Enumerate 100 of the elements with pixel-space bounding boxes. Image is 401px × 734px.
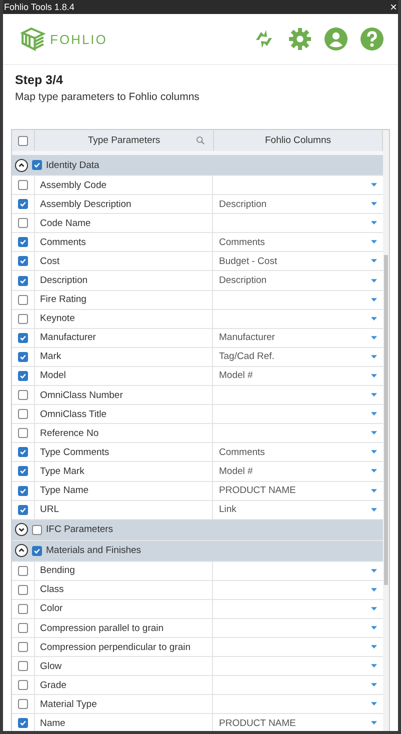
caret-icon[interactable] — [371, 683, 377, 688]
column-dropdown[interactable]: Link — [213, 500, 383, 519]
checkbox[interactable] — [18, 447, 28, 458]
search-icon[interactable] — [196, 136, 205, 145]
checkbox[interactable] — [18, 314, 28, 324]
caret-icon[interactable] — [371, 568, 377, 573]
checkbox[interactable] — [18, 623, 28, 634]
collapse-icon[interactable] — [15, 158, 28, 172]
caret-icon[interactable] — [371, 450, 377, 454]
caret-icon[interactable] — [371, 626, 377, 630]
column-dropdown[interactable]: Model # — [213, 462, 383, 480]
caret-icon[interactable] — [371, 488, 377, 493]
group-name: Identity Data — [46, 160, 100, 170]
caret-icon[interactable] — [371, 431, 377, 436]
checkbox[interactable] — [18, 486, 28, 496]
parameter-name: OmniClass Title — [40, 408, 107, 420]
checkbox[interactable] — [18, 332, 28, 343]
caret-icon[interactable] — [371, 354, 377, 359]
help-icon[interactable] — [360, 27, 384, 51]
caret-icon[interactable] — [371, 702, 377, 706]
checkbox[interactable] — [18, 680, 28, 690]
column-dropdown[interactable]: PRODUCT NAME — [213, 714, 383, 731]
checkbox[interactable] — [18, 642, 28, 652]
caret-icon[interactable] — [371, 336, 377, 340]
parameter-name: Model — [40, 370, 66, 382]
column-dropdown[interactable]: Description — [213, 271, 383, 290]
checkbox[interactable] — [18, 276, 28, 286]
column-dropdown[interactable]: Manufacturer — [213, 328, 383, 347]
parameter-name: Description — [40, 275, 88, 286]
column-header: Fohlio Columns — [265, 135, 331, 146]
parameter-name: Type Name — [40, 485, 89, 496]
caret-icon[interactable] — [371, 588, 377, 592]
parameter-name: Manufacturer — [40, 332, 96, 344]
parameter-name: Fire Rating — [40, 294, 86, 306]
checkbox[interactable] — [18, 352, 28, 362]
checkbox[interactable] — [18, 584, 28, 595]
parameter-name: Keynote — [40, 313, 75, 324]
caret-icon[interactable] — [371, 606, 377, 611]
close-button[interactable]: × — [390, 1, 397, 13]
checkbox[interactable] — [18, 466, 28, 476]
checkbox[interactable] — [18, 661, 28, 672]
caret-icon[interactable] — [371, 469, 377, 474]
step-title: Step 3/4 — [15, 73, 64, 87]
checkbox[interactable] — [18, 294, 28, 305]
checkbox[interactable] — [18, 409, 28, 420]
parameter-name: Code Name — [40, 218, 91, 229]
checkbox[interactable] — [18, 504, 28, 515]
checkbox[interactable] — [18, 566, 28, 576]
checkbox[interactable] — [18, 390, 28, 400]
checkbox[interactable] — [18, 237, 28, 248]
caret-icon[interactable] — [371, 393, 377, 398]
column-dropdown[interactable]: Description — [213, 195, 383, 214]
column-header: Type Parameters — [88, 135, 160, 146]
caret-icon[interactable] — [371, 374, 377, 378]
caret-icon[interactable] — [371, 278, 377, 283]
caret-icon[interactable] — [371, 298, 377, 302]
caret-icon[interactable] — [371, 183, 377, 188]
checkbox[interactable] — [18, 180, 28, 190]
collapse-icon[interactable] — [15, 544, 28, 558]
checkbox[interactable] — [18, 136, 28, 146]
step-description: Map type parameters to Fohlio columns — [15, 91, 200, 103]
column-dropdown[interactable]: Tag/Cad Ref. — [213, 348, 383, 366]
settings-icon[interactable] — [288, 27, 312, 51]
caret-icon[interactable] — [371, 508, 377, 512]
column-dropdown[interactable]: Comments — [213, 233, 383, 252]
caret-icon[interactable] — [371, 316, 377, 321]
caret-icon[interactable] — [371, 202, 377, 206]
checkbox[interactable] — [32, 546, 42, 556]
checkbox[interactable] — [18, 428, 28, 438]
caret-icon[interactable] — [371, 259, 377, 264]
scrollbar[interactable] — [383, 130, 389, 731]
caret-icon[interactable] — [371, 645, 377, 650]
expand-icon[interactable] — [15, 523, 28, 536]
parameter-name: Cost — [40, 256, 60, 267]
caret-icon[interactable] — [371, 221, 377, 226]
column-dropdown[interactable]: Comments — [213, 443, 383, 462]
scrollbar-thumb[interactable] — [384, 255, 388, 585]
checkbox[interactable] — [32, 160, 42, 170]
parameter-name: Glow — [40, 660, 62, 672]
logo-icon — [19, 26, 47, 52]
checkbox[interactable] — [18, 256, 28, 266]
checkbox[interactable] — [18, 199, 28, 210]
caret-icon[interactable] — [371, 664, 377, 668]
column-dropdown[interactable]: PRODUCT NAME — [213, 482, 383, 500]
column-dropdown[interactable]: Model # — [213, 366, 383, 386]
parameter-name: Comments — [40, 236, 86, 248]
caret-icon[interactable] — [371, 412, 377, 416]
column-dropdown[interactable]: Budget - Cost — [213, 252, 383, 270]
checkbox[interactable] — [18, 699, 28, 710]
checkbox[interactable] — [18, 604, 28, 614]
parameter-name: Compression perpendicular to grain — [40, 642, 190, 653]
parameter-name: Material Type — [40, 698, 97, 710]
checkbox[interactable] — [18, 718, 28, 728]
checkbox[interactable] — [18, 370, 28, 381]
parameter-name: Name — [40, 718, 66, 729]
user-icon[interactable] — [324, 27, 348, 51]
checkbox[interactable] — [32, 524, 42, 535]
caret-icon[interactable] — [371, 721, 377, 726]
checkbox[interactable] — [18, 218, 28, 228]
caret-icon[interactable] — [371, 240, 377, 244]
